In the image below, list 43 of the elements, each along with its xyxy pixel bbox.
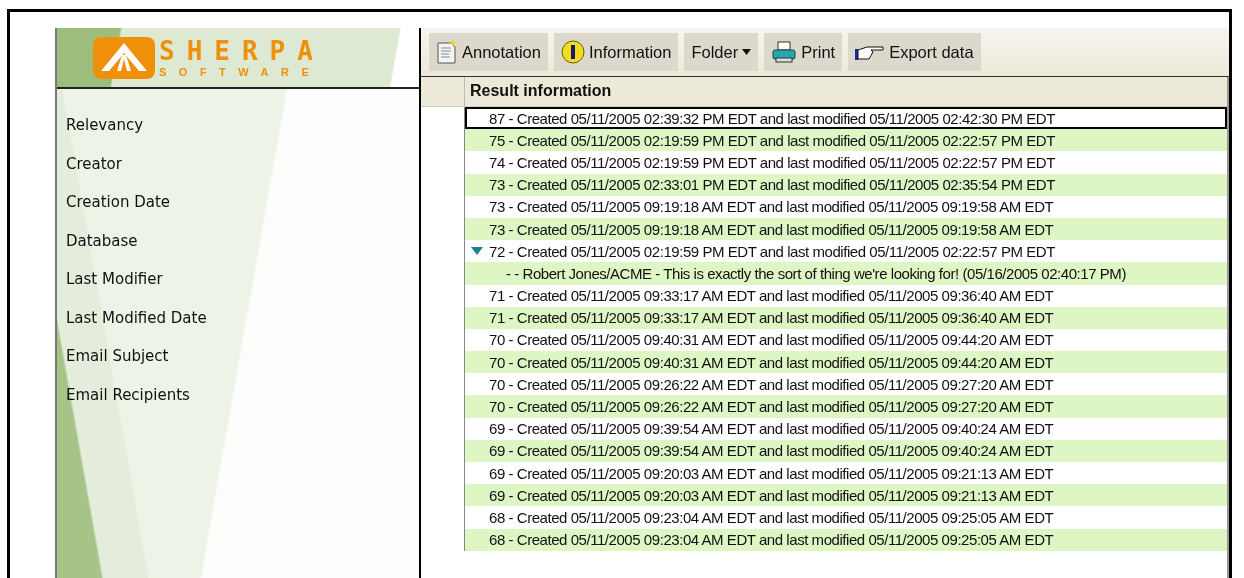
result-row[interactable]: 68 - Created 05/11/2005 09:23:04 AM EDT and last modified 05/11/2005 09:25:05 AM EDT [465, 506, 1227, 529]
sidebar-item[interactable]: Creator [66, 144, 122, 183]
result-row[interactable]: 70 - Created 05/11/2005 09:26:22 AM EDT and last modified 05/11/2005 09:27:20 AM EDT [465, 373, 1227, 396]
result-row[interactable]: 73 - Created 05/11/2005 02:33:01 PM EDT and last modified 05/11/2005 02:35:54 PM EDT [465, 173, 1227, 196]
result-row[interactable]: 70 - Created 05/11/2005 09:26:22 AM EDT and last modified 05/11/2005 09:27:20 AM EDT [465, 395, 1227, 418]
sidebar-item[interactable]: Last Modifier [66, 260, 163, 299]
result-row[interactable]: 70 - Created 05/11/2005 09:40:31 AM EDT and last modified 05/11/2005 09:44:20 AM EDT [465, 351, 1227, 374]
column-header: Result information [469, 81, 613, 101]
result-row[interactable]: 87 - Created 05/11/2005 02:39:32 PM EDT and last modified 05/11/2005 02:42:30 PM EDT [465, 107, 1227, 130]
result-row[interactable]: 69 - Created 05/11/2005 09:20:03 AM EDT and last modified 05/11/2005 09:21:13 AM EDT [465, 462, 1227, 485]
toolbar-button[interactable]: Folder [684, 33, 759, 71]
printer-icon [771, 41, 798, 63]
result-row[interactable]: 74 - Created 05/11/2005 02:19:59 PM EDT and last modified 05/11/2005 02:22:57 PM EDT [465, 151, 1227, 174]
logo-tagline: SOFTWARE [159, 64, 323, 79]
sidebar-item[interactable]: Database [66, 221, 138, 260]
info-icon [560, 40, 585, 64]
expander-icon[interactable] [471, 246, 483, 257]
result-row[interactable]: 75 - Created 05/11/2005 02:19:59 PM EDT and last modified 05/11/2005 02:22:57 PM EDT [465, 129, 1227, 152]
result-row[interactable]: 73 - Created 05/11/2005 09:19:18 AM EDT and last modified 05/11/2005 09:19:58 AM EDT [465, 217, 1227, 241]
sidebar-item[interactable]: Last Modified Date [66, 298, 207, 337]
result-row[interactable]: - - Robert Jones/ACME - This is exactly the sort of thing we're looking for! (05/16/2005 02:40:17 PM) [465, 262, 1227, 285]
toolbar-button[interactable]: Export data [848, 33, 981, 71]
result-row[interactable]: 70 - Created 05/11/2005 09:40:31 AM EDT and last modified 05/11/2005 09:44:20 AM EDT [465, 328, 1227, 352]
result-row[interactable]: 71 - Created 05/11/2005 09:33:17 AM EDT and last modified 05/11/2005 09:36:40 AM EDT [465, 284, 1227, 307]
result-row[interactable]: 73 - Created 05/11/2005 09:19:18 AM EDT and last modified 05/11/2005 09:19:58 AM EDT [465, 195, 1227, 218]
result-row[interactable]: 69 - Created 05/11/2005 09:20:03 AM EDT and last modified 05/11/2005 09:21:13 AM EDT [465, 484, 1227, 507]
result-row[interactable]: 68 - Created 05/11/2005 09:23:04 AM EDT and last modified 05/11/2005 09:25:05 AM EDT [465, 528, 1227, 551]
result-row[interactable]: 69 - Created 05/11/2005 09:39:54 AM EDT and last modified 05/11/2005 09:40:24 AM EDT [465, 417, 1227, 440]
toolbar-button[interactable]: Information [553, 33, 679, 71]
toolbar-button[interactable]: Annotation [429, 33, 548, 71]
result-row[interactable]: 71 - Created 05/11/2005 09:33:17 AM EDT and last modified 05/11/2005 09:36:40 AM EDT [465, 306, 1227, 329]
result-row[interactable]: 69 - Created 05/11/2005 09:39:54 AM EDT and last modified 05/11/2005 09:40:24 AM EDT [465, 439, 1227, 462]
toolbar-button[interactable]: Print [764, 33, 843, 71]
result-row[interactable]: 72 - Created 05/11/2005 02:19:59 PM EDT and last modified 05/11/2005 02:22:57 PM EDT [465, 240, 1227, 263]
logo-wordmark: SHERPA [159, 36, 325, 65]
logo-icon [93, 34, 155, 81]
sidebar-item[interactable]: Email Subject [66, 337, 169, 376]
note-icon [436, 39, 458, 65]
sidebar-item[interactable]: Email Recipients [66, 375, 190, 414]
sidebar-item[interactable]: Creation Date [66, 183, 171, 222]
pointing-hand-icon [855, 43, 886, 61]
sidebar-item[interactable]: Relevancy [66, 106, 144, 145]
caret-icon [742, 49, 752, 55]
